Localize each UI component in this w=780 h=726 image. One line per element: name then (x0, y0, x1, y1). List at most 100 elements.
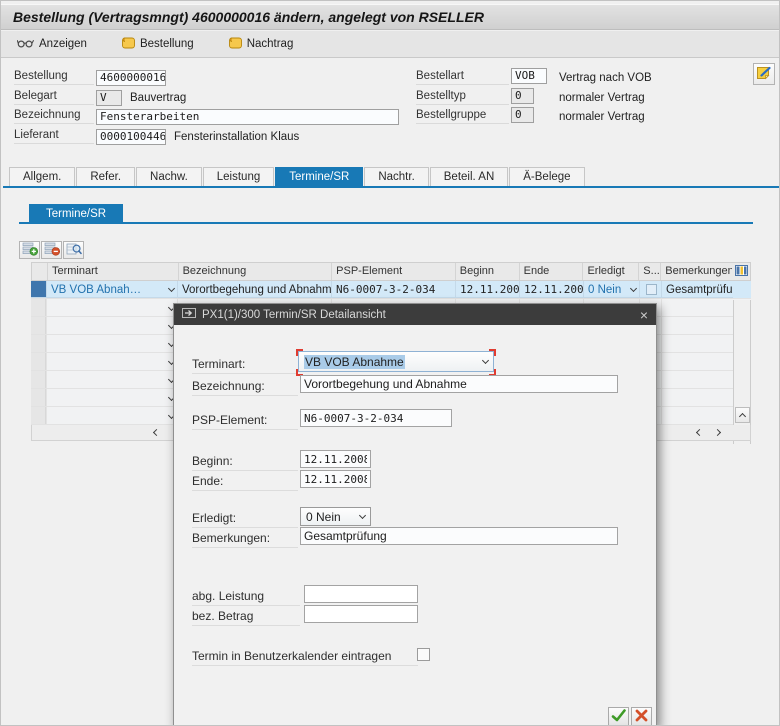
abg-leistung-input[interactable] (304, 585, 418, 603)
kalender-checkbox[interactable] (417, 648, 430, 661)
terminart-cell[interactable] (47, 407, 178, 424)
bestellung-button[interactable]: Bestellung (117, 35, 198, 54)
search-icon (66, 242, 82, 259)
sap-window: Bestellung (Vertragsmngt) 4600000016 änd… (0, 0, 780, 726)
psp-element-input[interactable] (300, 409, 452, 427)
col-bemerkungen[interactable]: Bemerkungen (661, 263, 732, 280)
close-icon[interactable]: × (640, 308, 648, 322)
bemerkungen-cell[interactable]: Gesamtprüfung (662, 281, 733, 298)
col-erledigt[interactable]: Erledigt (583, 263, 639, 280)
psp-cell[interactable]: N6-0007-3-2-034 (332, 281, 456, 298)
sub-tabstrip: Termine/SR (29, 204, 124, 223)
terminart-cell[interactable] (47, 299, 178, 316)
bestelltyp-text: normaler Vertrag (559, 92, 645, 104)
scroll-icon (228, 37, 242, 52)
scroll-up-button[interactable] (735, 407, 750, 423)
terminart-cell[interactable] (47, 317, 178, 334)
delete-row-button[interactable] (41, 241, 62, 259)
bemerkungen-cell[interactable] (662, 371, 733, 388)
scroll-left-button[interactable] (690, 426, 706, 439)
bemerkungen-cell[interactable] (662, 389, 733, 406)
chevron-right-icon (713, 429, 720, 436)
bezeichnung-cell[interactable]: Vorortbegehung und Abnahme (178, 281, 332, 298)
dialog-icon (182, 308, 196, 321)
col-bezeichnung[interactable]: Bezeichnung (179, 263, 333, 280)
confirm-button[interactable] (608, 707, 629, 726)
subtab-termine-sr[interactable]: Termine/SR (29, 204, 123, 223)
lieferant-text: Fensterinstallation Klaus (174, 131, 299, 143)
row-selection-marker[interactable] (31, 281, 47, 298)
col-beginn[interactable]: Beginn (456, 263, 520, 280)
nachtrag-button[interactable]: Nachtrag (224, 35, 298, 54)
note-button[interactable] (753, 63, 775, 85)
bemerkungen-input[interactable] (300, 527, 618, 545)
bestellgruppe-field[interactable]: 0 (511, 107, 534, 123)
col-s[interactable]: S... (639, 263, 661, 280)
terminart-cell[interactable]: VB VOB Abnah… (47, 281, 178, 298)
bemerkungen-cell[interactable] (662, 335, 733, 352)
tab-refer[interactable]: Refer. (76, 167, 135, 186)
tab-termine-sr[interactable]: Termine/SR (275, 167, 363, 186)
bestellart-field[interactable]: VOB (511, 68, 547, 84)
s-checkbox[interactable] (646, 284, 657, 295)
lieferant-row: Lieferant 0000100446 Fensterinstallation… (14, 128, 299, 145)
bemerkungen-cell[interactable] (662, 317, 733, 334)
bemerkungen-cell[interactable] (662, 299, 733, 316)
scroll-right-button[interactable] (710, 426, 726, 439)
bestelltyp-row: Bestelltyp 0 normaler Vertrag (416, 89, 645, 106)
terminart-cell[interactable] (47, 353, 178, 370)
ende-label: Ende: (192, 474, 298, 491)
bezeichnung-field[interactable]: Fensterarbeiten (96, 109, 399, 125)
bezeichnung-input[interactable] (300, 375, 618, 393)
ende-input[interactable] (300, 470, 371, 488)
ende-cell[interactable]: 12.11.2008 (520, 281, 584, 298)
beginn-input[interactable] (300, 450, 371, 468)
bestellgruppe-label: Bestellgruppe (416, 109, 509, 124)
belegart-field[interactable]: V (96, 90, 122, 106)
erledigt-dropdown[interactable]: 0 Nein (300, 507, 371, 526)
insert-row-icon (22, 242, 38, 259)
col-psp-element[interactable]: PSP-Element (332, 263, 456, 280)
table-config-button[interactable] (732, 263, 750, 280)
bestellgruppe-text: normaler Vertrag (559, 111, 645, 123)
terminart-cell[interactable] (47, 389, 178, 406)
bestelltyp-field[interactable]: 0 (511, 88, 534, 104)
dialog-titlebar[interactable]: PX1(1)/300 Termin/SR Detailansicht × (174, 304, 656, 325)
belegart-label: Belegart (14, 90, 94, 105)
application-toolbar: Anzeigen Bestellung Nachtrag (1, 31, 780, 58)
terminart-focus-frame: VB VOB Abnahme (296, 349, 496, 376)
bestellung-field[interactable]: 4600000016 (96, 70, 166, 86)
bestellart-text: Vertrag nach VOB (559, 72, 652, 84)
chevron-down-icon (168, 285, 175, 292)
tab-beteil-an[interactable]: Beteil. AN (430, 167, 509, 186)
beginn-cell[interactable]: 12.11.2008 (456, 281, 520, 298)
col-ende[interactable]: Ende (520, 263, 584, 280)
chevron-left-icon (695, 429, 702, 436)
tab-nachtr[interactable]: Nachtr. (364, 167, 428, 186)
insert-row-button[interactable] (19, 241, 40, 259)
chevron-up-icon (739, 413, 746, 420)
bez-betrag-input[interactable] (304, 605, 418, 623)
scroll-left-button[interactable] (147, 426, 163, 439)
terminart-dropdown[interactable]: VB VOB Abnahme (298, 351, 494, 372)
find-button[interactable] (63, 241, 84, 259)
bezeichnung-row: Bezeichnung Fensterarbeiten (14, 108, 399, 125)
lieferant-field[interactable]: 0000100446 (96, 129, 166, 145)
cancel-button[interactable] (631, 707, 652, 726)
bemerkungen-cell[interactable] (662, 407, 733, 424)
anzeigen-button[interactable]: Anzeigen (13, 36, 91, 53)
bestellart-label: Bestellart (416, 70, 509, 85)
table-row-selected[interactable]: VB VOB Abnah… Vorortbegehung und Abnahme… (31, 281, 751, 299)
table-vertical-scrollbar[interactable] (733, 300, 751, 444)
col-terminart[interactable]: Terminart (48, 263, 179, 280)
tab-allgem[interactable]: Allgem. (9, 167, 75, 186)
erledigt-cell[interactable]: 0 Nein (584, 281, 640, 298)
tab-leistung[interactable]: Leistung (203, 167, 274, 186)
bemerkungen-cell[interactable] (662, 353, 733, 370)
tab-nachw[interactable]: Nachw. (136, 167, 202, 186)
terminart-cell[interactable] (47, 335, 178, 352)
tab-ae-belege[interactable]: Ä-Belege (509, 167, 584, 186)
s-cell[interactable] (640, 281, 662, 298)
chevron-down-icon (630, 285, 637, 292)
terminart-cell[interactable] (47, 371, 178, 388)
